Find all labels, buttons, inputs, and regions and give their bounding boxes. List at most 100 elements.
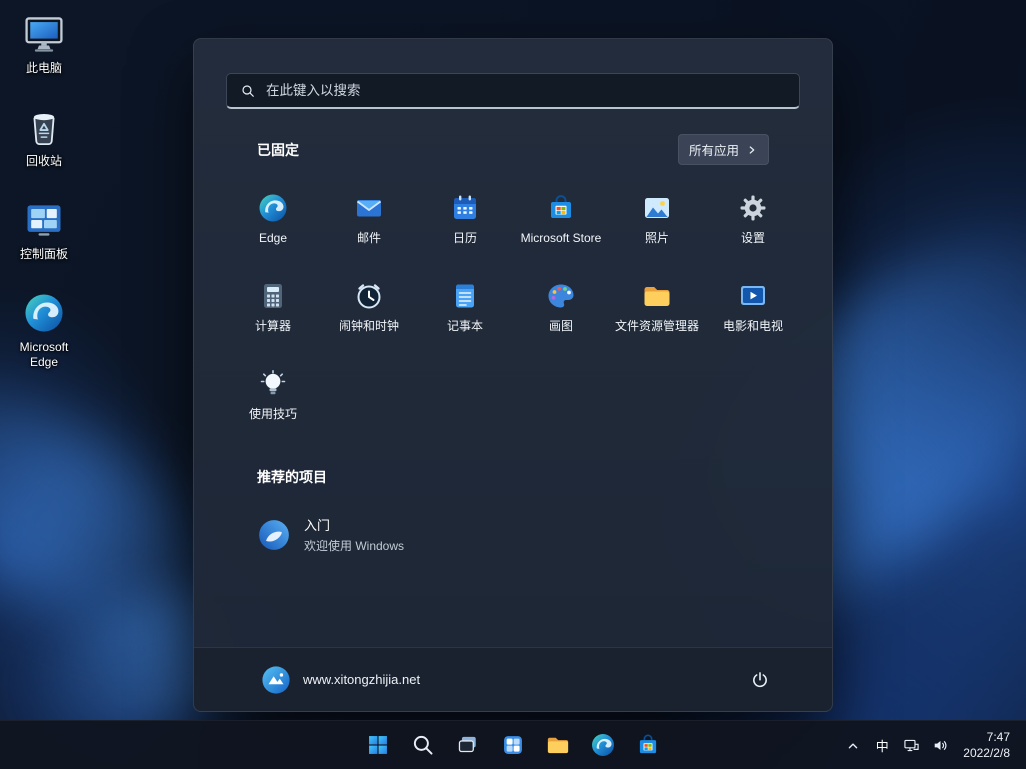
start-menu: 已固定 所有应用 Edge 邮件 日历 Microsoft Store 照片 设置计算器 闹… <box>193 38 833 712</box>
desktop-icon-label: Microsoft Edge <box>8 340 80 370</box>
recycle-bin-icon <box>22 105 66 149</box>
app-label: 电影和电视 <box>723 320 783 334</box>
footer-user[interactable]: www.xitongzhijia.net <box>257 659 430 701</box>
recommended-header: 推荐的项目 <box>257 467 769 487</box>
chevron-right-icon <box>746 144 758 156</box>
pinned-app-tips[interactable]: 使用技巧 <box>225 357 321 437</box>
desktop-icon-microsoft-edge[interactable]: Microsoft Edge <box>6 287 82 374</box>
search-input[interactable] <box>266 83 786 98</box>
pinned-app-photos[interactable]: 照片 <box>609 181 705 261</box>
control-panel-icon <box>22 198 66 242</box>
app-label: 记事本 <box>447 320 483 334</box>
taskbar: 中 7:47 2022/2/8 <box>0 720 1026 769</box>
taskbar-center <box>358 725 668 765</box>
app-label: 照片 <box>645 232 669 246</box>
pinned-app-store[interactable]: Microsoft Store <box>513 181 609 261</box>
desktop-icon-label: 控制面板 <box>20 247 68 262</box>
desktop-icons: 此电脑回收站控制面板 Microsoft Edge <box>6 8 86 395</box>
settings-icon <box>737 192 769 224</box>
tips-icon <box>257 368 289 400</box>
pinned-app-edge[interactable]: Edge <box>225 181 321 261</box>
site-logo-icon <box>261 665 291 695</box>
file-explorer-icon <box>545 732 571 758</box>
task-view-icon <box>455 732 481 758</box>
search-box[interactable] <box>226 73 800 109</box>
pinned-app-alarms-clock[interactable]: 闹钟和时钟 <box>321 269 417 349</box>
pinned-app-mail[interactable]: 邮件 <box>321 181 417 261</box>
tray-time: 7:47 <box>987 730 1010 746</box>
clock-icon <box>353 280 385 312</box>
taskbar-file-explorer-button[interactable] <box>538 725 578 765</box>
all-apps-label: 所有应用 <box>689 140 739 159</box>
tray-show-hidden-icons-button[interactable] <box>839 726 867 766</box>
taskbar-start-button[interactable] <box>358 725 398 765</box>
app-label: 闹钟和时钟 <box>339 320 399 334</box>
calendar-icon <box>449 192 481 224</box>
calculator-icon <box>257 280 289 312</box>
app-label: 计算器 <box>255 320 291 334</box>
app-label: Microsoft Store <box>521 232 602 246</box>
search-icon <box>410 732 436 758</box>
recommended-title: 推荐的项目 <box>257 469 327 485</box>
desktop-icon-this-pc[interactable]: 此电脑 <box>6 8 82 80</box>
start-menu-footer: www.xitongzhijia.net <box>194 647 832 711</box>
system-tray: 中 7:47 2022/2/8 <box>839 721 1022 769</box>
photos-icon <box>641 192 673 224</box>
movies-tv-icon <box>737 280 769 312</box>
this-pc-icon <box>22 12 66 56</box>
recommended-item-subtitle: 欢迎使用 Windows <box>304 537 404 554</box>
search-icon <box>240 83 256 99</box>
pinned-app-file-explorer[interactable]: 文件资源管理器 <box>609 269 705 349</box>
notepad-icon <box>449 280 481 312</box>
app-label: 文件资源管理器 <box>615 320 699 334</box>
app-label: Edge <box>259 232 287 246</box>
file-explorer-icon <box>641 280 673 312</box>
app-label: 使用技巧 <box>249 408 297 422</box>
pinned-app-settings[interactable]: 设置 <box>705 181 801 261</box>
taskbar-widgets-button[interactable] <box>493 725 533 765</box>
edge-icon <box>590 732 616 758</box>
power-icon <box>750 670 770 690</box>
volume-icon <box>932 737 949 754</box>
taskbar-task-view-button[interactable] <box>448 725 488 765</box>
taskbar-search-button[interactable] <box>403 725 443 765</box>
recommended-item-text: 入门欢迎使用 Windows <box>304 515 404 554</box>
recommended-item-get-started[interactable]: 入门欢迎使用 Windows <box>257 509 537 560</box>
pinned-app-notepad[interactable]: 记事本 <box>417 269 513 349</box>
app-label: 设置 <box>741 232 765 246</box>
chevron-up-icon <box>845 738 861 754</box>
desktop-icon-label: 回收站 <box>26 154 62 169</box>
footer-site-label: www.xitongzhijia.net <box>303 672 420 687</box>
tray-ime-button[interactable]: 中 <box>868 726 896 766</box>
desktop: 此电脑回收站控制面板 Microsoft Edge 已固定 所有应用 Edge 邮件… <box>0 0 1026 769</box>
ime-indicator: 中 <box>876 736 889 755</box>
pinned-app-grid: Edge 邮件 日历 Microsoft Store 照片 设置计算器 闹钟和时钟 记事本 画图… <box>194 181 832 437</box>
pinned-app-paint[interactable]: 画图 <box>513 269 609 349</box>
mail-icon <box>353 192 385 224</box>
recommended-item-title: 入门 <box>304 515 404 534</box>
all-apps-button[interactable]: 所有应用 <box>678 134 769 165</box>
app-label: 日历 <box>453 232 477 246</box>
widgets-icon <box>500 732 526 758</box>
taskbar-store-button[interactable] <box>628 725 668 765</box>
pinned-app-calculator[interactable]: 计算器 <box>225 269 321 349</box>
windows-start-icon <box>365 732 391 758</box>
store-icon <box>545 192 577 224</box>
pinned-app-movies-tv[interactable]: 电影和电视 <box>705 269 801 349</box>
desktop-icon-label: 此电脑 <box>26 61 62 76</box>
pinned-app-calendar[interactable]: 日历 <box>417 181 513 261</box>
taskbar-edge-button[interactable] <box>583 725 623 765</box>
get-started-icon <box>257 518 291 552</box>
power-button[interactable] <box>741 661 779 699</box>
store-icon <box>635 732 661 758</box>
tray-clock[interactable]: 7:47 2022/2/8 <box>955 726 1022 766</box>
paint-icon <box>545 280 577 312</box>
app-label: 邮件 <box>357 232 381 246</box>
pinned-title: 已固定 <box>257 140 299 160</box>
tray-volume-button[interactable] <box>926 726 954 766</box>
desktop-icon-control-panel[interactable]: 控制面板 <box>6 194 82 266</box>
network-icon <box>903 737 920 754</box>
desktop-icon-recycle-bin[interactable]: 回收站 <box>6 101 82 173</box>
app-label: 画图 <box>549 320 573 334</box>
tray-network-button[interactable] <box>897 726 925 766</box>
